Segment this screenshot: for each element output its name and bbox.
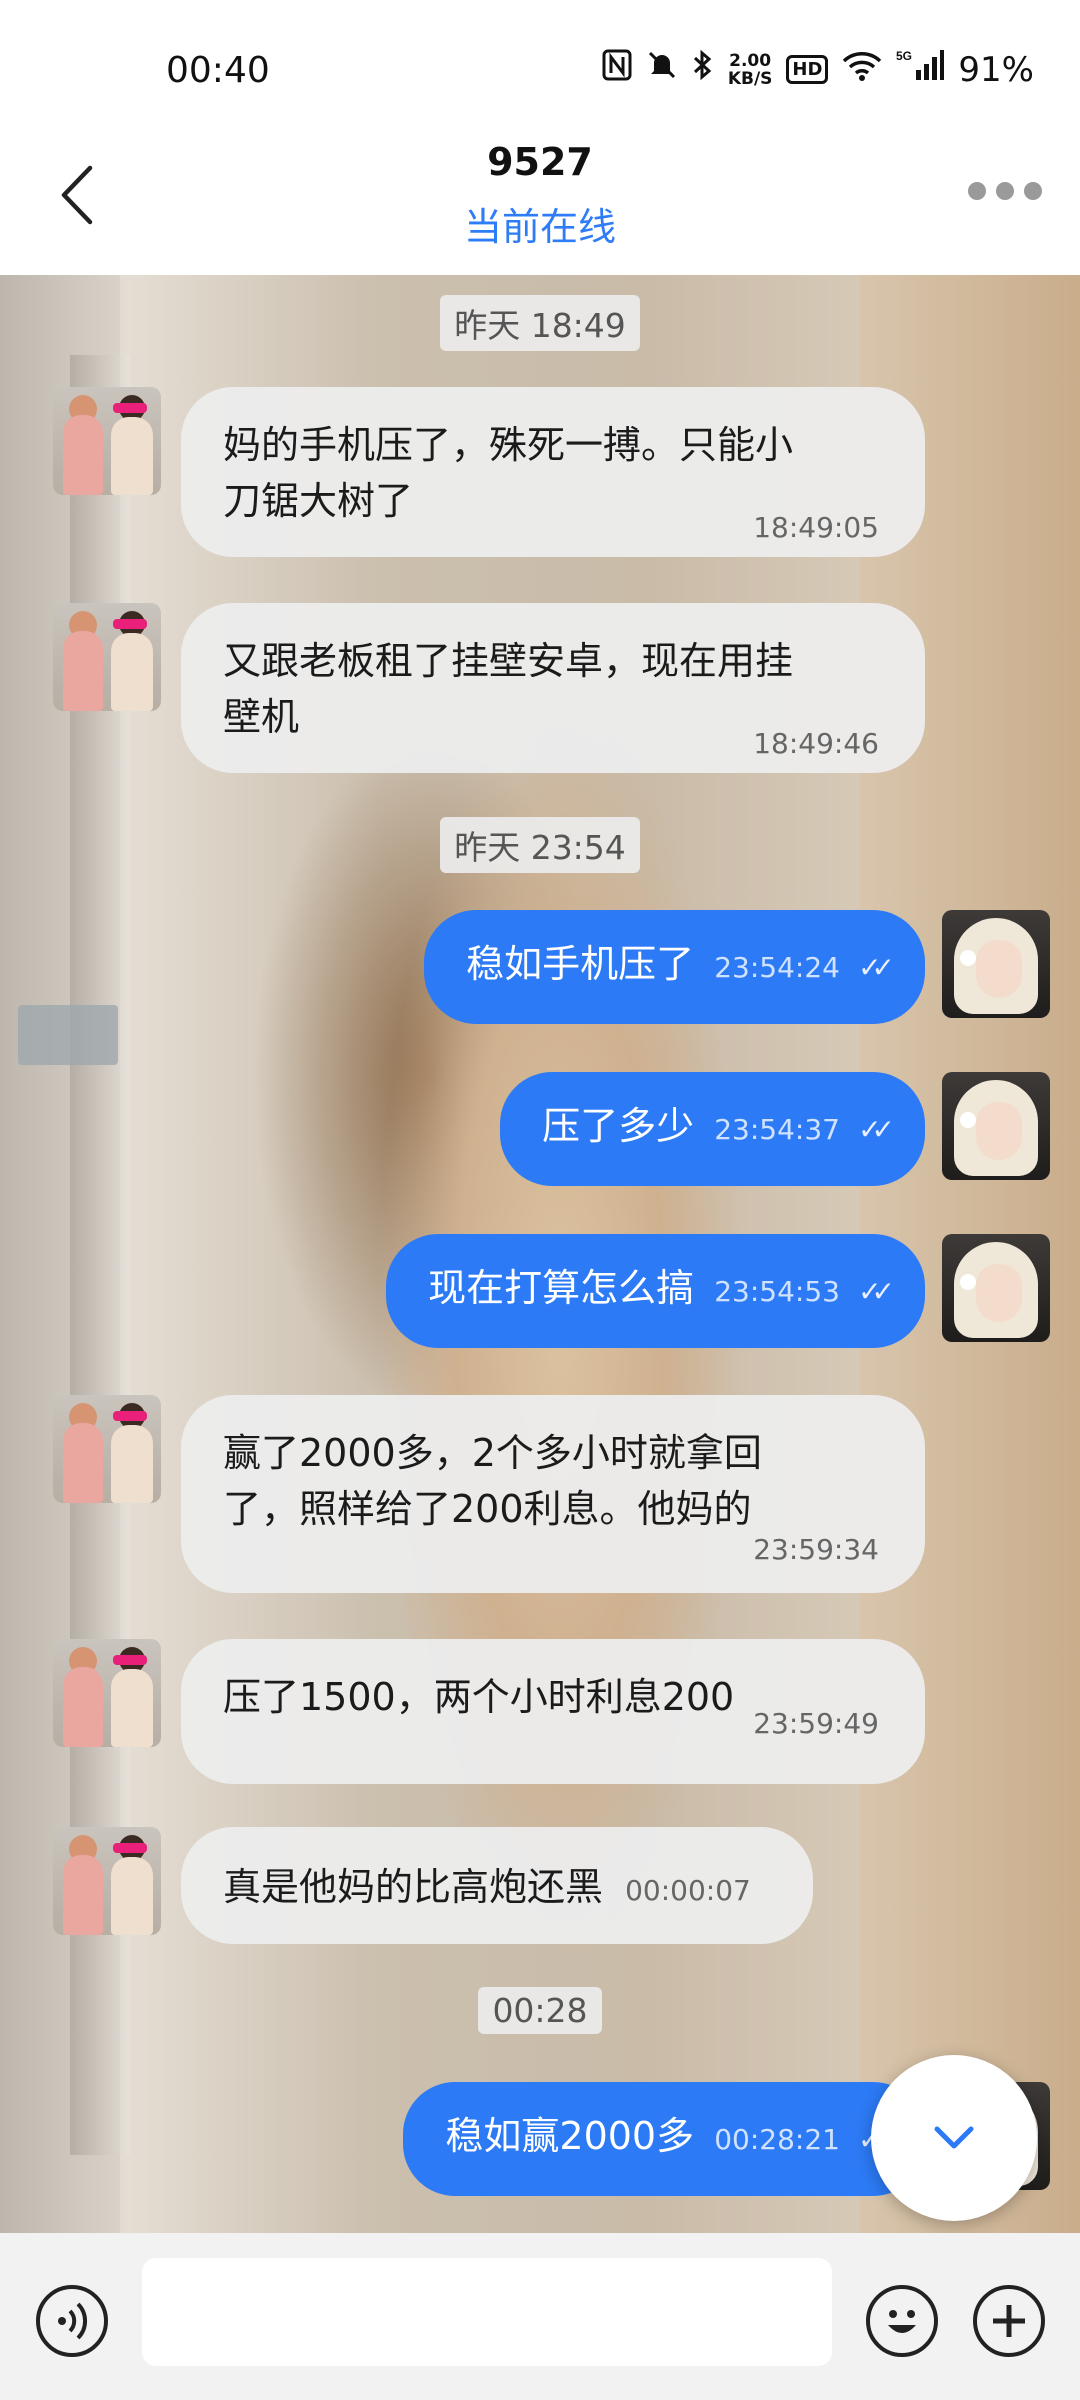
status-bar: 00:40 2.00 KB/S HD 5G 91% — [0, 0, 1080, 140]
status-time: 00:40 — [166, 50, 270, 91]
sent-message[interactable]: 稳如赢2000多 00:28:21 ✓✓ — [403, 2082, 925, 2196]
my-avatar[interactable] — [942, 1234, 1050, 1342]
scroll-to-bottom-button[interactable] — [871, 2055, 1037, 2221]
voice-button[interactable] — [36, 2285, 108, 2357]
status-icons: 2.00 KB/S HD 5G 91% — [602, 48, 1034, 91]
message-input[interactable] — [142, 2258, 832, 2366]
received-message[interactable]: 真是他妈的比高炮还黑 00:00:07 — [181, 1827, 813, 1944]
message-time: 23:59:34 — [753, 1533, 879, 1566]
plus-icon — [993, 2305, 1025, 2337]
message-time: 18:49:46 — [753, 727, 879, 760]
received-message[interactable]: 又跟老板租了挂壁安卓，现在用挂 壁机 18:49:46 — [181, 603, 925, 773]
chat-header: 9527 当前在线 — [0, 120, 1080, 275]
voice-icon — [58, 2302, 88, 2340]
sent-message[interactable]: 现在打算怎么搞 23:54:53 ✓✓ — [386, 1234, 925, 1348]
online-status: 当前在线 — [463, 205, 616, 249]
background-switch — [18, 1005, 118, 1065]
contact-avatar[interactable] — [53, 1827, 161, 1935]
more-button[interactable] — [968, 182, 1042, 200]
emoji-icon — [888, 2310, 916, 2333]
chevron-down-icon — [934, 2126, 974, 2149]
nfc-icon — [602, 49, 632, 90]
read-check-icon: ✓✓ — [858, 951, 895, 984]
emoji-button[interactable] — [866, 2285, 938, 2357]
read-check-icon: ✓✓ — [858, 1113, 895, 1146]
add-attachment-button[interactable] — [973, 2285, 1045, 2357]
contact-avatar[interactable] — [53, 1639, 161, 1747]
contact-name: 9527 — [487, 140, 593, 184]
network-speed: 2.00 KB/S — [727, 50, 773, 89]
contact-avatar[interactable] — [53, 387, 161, 495]
date-separator: 昨天 18:49 — [0, 295, 1080, 351]
received-message[interactable]: 压了1500，两个小时利息200 23:59:49 — [181, 1639, 925, 1784]
battery-text: 91% — [958, 49, 1034, 90]
mute-icon — [646, 49, 678, 90]
message-time: 23:54:24 — [714, 951, 840, 984]
message-time: 23:54:37 — [714, 1113, 840, 1146]
more-dots-icon — [968, 182, 986, 200]
sent-message[interactable]: 稳如手机压了 23:54:24 ✓✓ — [424, 910, 925, 1024]
message-time: 23:54:53 — [714, 1275, 840, 1308]
time-separator: 00:28 — [0, 1987, 1080, 2034]
wifi-icon — [842, 49, 882, 90]
received-message[interactable]: 赢了2000多，2个多小时就拿回 了，照样给了200利息。他妈的 23:59:3… — [181, 1395, 925, 1593]
my-avatar[interactable] — [942, 1072, 1050, 1180]
network-type-label: 5G — [896, 49, 912, 63]
date-separator: 昨天 23:54 — [0, 817, 1080, 873]
message-time: 00:00:07 — [625, 1874, 751, 1907]
contact-avatar[interactable] — [53, 1395, 161, 1503]
chat-area[interactable]: 昨天 18:49 妈的手机压了，殊死一搏。只能小 刀锯大树了 18:49:05 … — [0, 275, 1080, 2233]
read-check-icon: ✓✓ — [858, 1275, 895, 1308]
contact-avatar[interactable] — [53, 603, 161, 711]
signal-icon: 5G — [896, 48, 945, 91]
hd-icon: HD — [786, 55, 829, 84]
my-avatar[interactable] — [942, 910, 1050, 1018]
input-bar — [0, 2233, 1080, 2400]
received-message[interactable]: 妈的手机压了，殊死一搏。只能小 刀锯大树了 18:49:05 — [181, 387, 925, 557]
bluetooth-icon — [692, 49, 714, 90]
message-time: 00:28:21 — [714, 2123, 840, 2156]
sent-message[interactable]: 压了多少 23:54:37 ✓✓ — [500, 1072, 925, 1186]
